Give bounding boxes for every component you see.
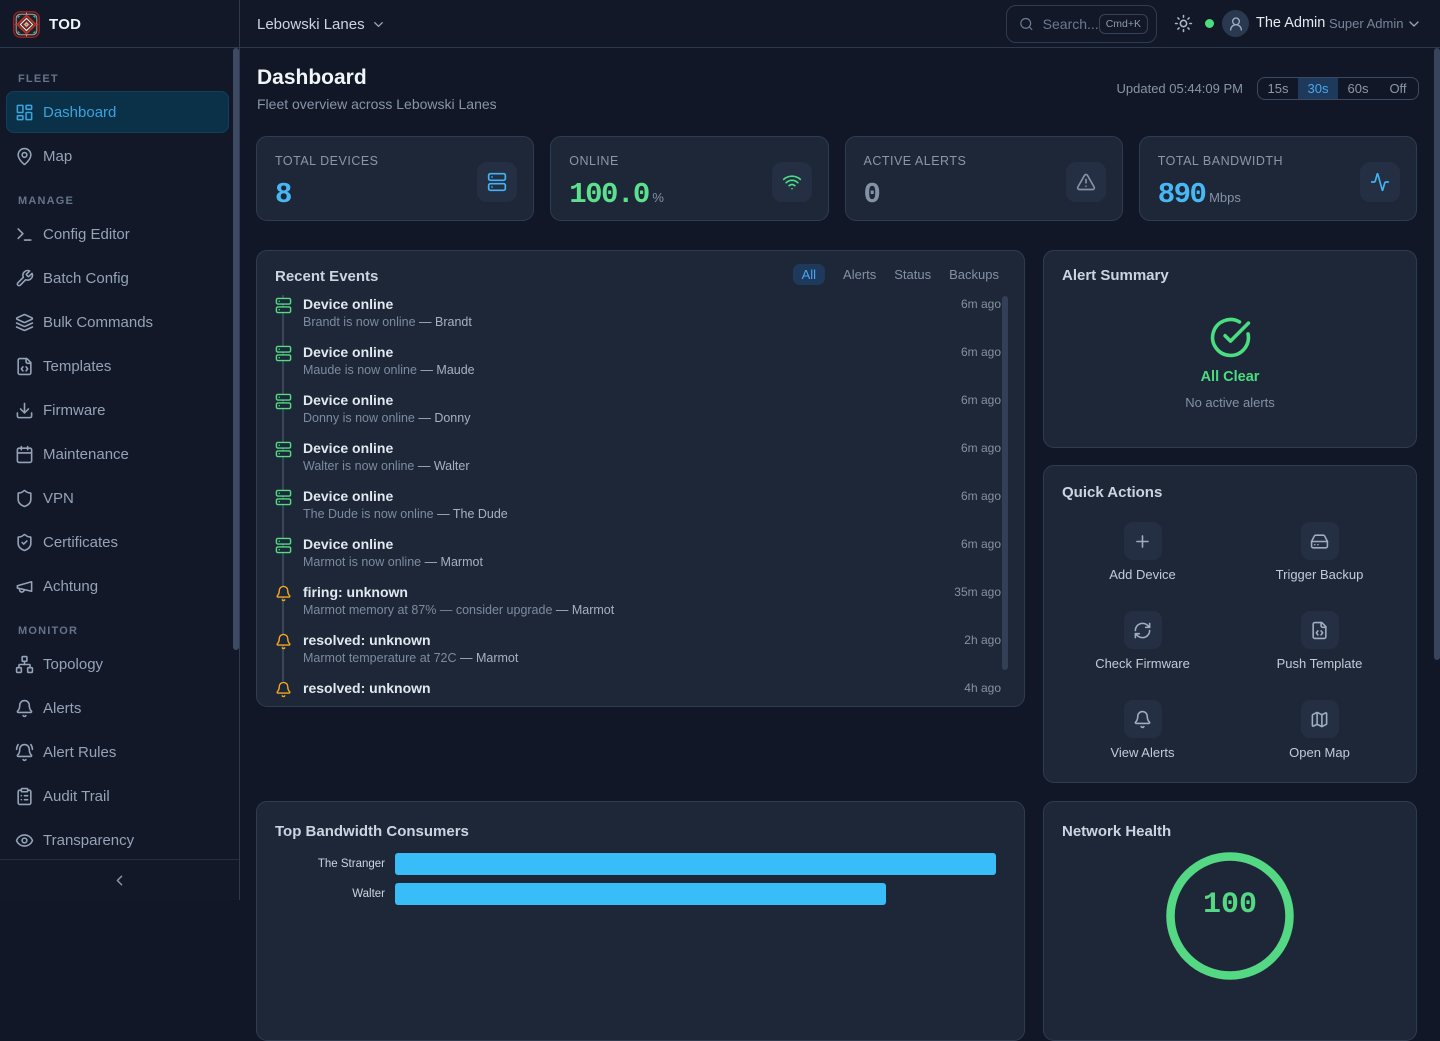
svg-text:100: 100 bbox=[1203, 888, 1257, 922]
